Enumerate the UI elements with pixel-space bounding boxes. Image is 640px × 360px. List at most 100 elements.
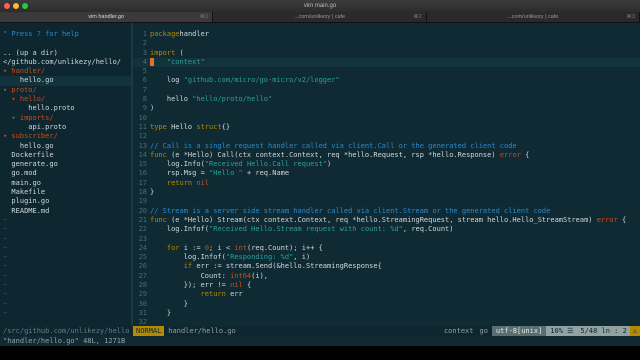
code-line[interactable]: 17 return nil <box>133 179 640 188</box>
code-token: ) <box>150 104 155 113</box>
maximize-window-button[interactable] <box>22 3 28 9</box>
code-token: "context" <box>154 57 205 66</box>
line-number: 21 <box>138 215 147 224</box>
tree-line[interactable]: ~ <box>0 300 131 309</box>
tree-line[interactable]: ▾ handler/ <box>0 67 131 76</box>
code-line[interactable]: 19 <box>133 197 640 206</box>
code-line[interactable]: 13// Call is a single request handler ca… <box>133 142 640 151</box>
code-token: log.Infof( <box>150 253 226 262</box>
tree-line[interactable]: ▾ subscriber/ <box>0 132 131 141</box>
tree-line[interactable]: ▾ proto/ <box>0 86 131 95</box>
tree-line[interactable]: plugin.go <box>0 197 131 206</box>
tree-line[interactable]: ▾ imports/ <box>0 114 131 123</box>
code-token: }); err != <box>150 281 231 290</box>
statusline-filetype: go <box>479 327 488 335</box>
code-line[interactable]: 30 } <box>133 300 640 309</box>
terminal-tab[interactable]: vim handler.go ⌘1 <box>0 12 214 22</box>
code-line[interactable]: 10 <box>133 114 640 123</box>
tree-line[interactable]: Makefile <box>0 188 131 197</box>
tree-line[interactable]: ~ <box>0 244 131 253</box>
code-line[interactable]: 23 <box>133 235 640 244</box>
statusline-position: 5/48 ln : 2 <box>577 326 630 336</box>
code-buffer[interactable]: 1 packagehandler 2 3 import (4 "context" 5 6 l… <box>133 23 640 336</box>
code-token: , req.Count) <box>402 225 454 234</box>
line-number: 19 <box>138 197 147 206</box>
tree-line[interactable]: README.md <box>0 207 131 216</box>
tree-line[interactable]: ~ <box>0 309 131 318</box>
terminal-tab[interactable]: ...com/unlikezy | cafe ⌘2 <box>213 12 427 22</box>
code-token: ; i < <box>209 243 235 252</box>
vim-statusline: /src/github.com/unlikezy/hello NORMAL ha… <box>0 326 640 336</box>
tree-line[interactable]: ~ <box>0 235 131 244</box>
code-line[interactable]: 6 log "github.com/micro/go-micro/v2/logg… <box>133 76 640 85</box>
tree-line[interactable]: Dockerfile <box>0 151 131 160</box>
code-line[interactable]: 18} <box>133 188 640 197</box>
tree-line[interactable]: hello.go <box>0 142 131 151</box>
nerdtree-panel[interactable]: " Press ? for help .. (up a dir) </github.… <box>0 23 131 326</box>
code-token: "Received Hello.Stream request with coun… <box>209 225 403 234</box>
line-number: 10 <box>138 113 147 122</box>
code-line[interactable]: 4 "context" <box>133 57 640 68</box>
code-line[interactable]: 8 hello "hello/proto/hello" <box>133 95 640 104</box>
code-line[interactable]: 7 <box>133 86 640 95</box>
tree-line[interactable]: ~ <box>0 272 131 281</box>
code-line[interactable]: 24 for i := 0; i < int(req.Count); i++ { <box>133 244 640 253</box>
tree-line[interactable] <box>0 39 131 48</box>
close-window-button[interactable] <box>4 3 10 9</box>
line-number: 16 <box>138 169 147 178</box>
code-line[interactable]: 22 log.Infof("Received Hello.Stream requ… <box>133 225 640 234</box>
code-token: } <box>150 308 172 317</box>
vim-command-line[interactable]: "handler/hello.go" 48L, 1271B <box>0 336 640 346</box>
code-line[interactable]: 26 if err := stream.Send(&hello.Streamin… <box>133 262 640 271</box>
code-token: // Stream is a server side stream handle… <box>150 206 551 215</box>
tree-line[interactable]: ~ <box>0 290 131 299</box>
code-line[interactable]: 14 func (e *Hello) Call(ctx context.Conte… <box>133 151 640 160</box>
code-line[interactable]: 20// Stream is a server side stream hand… <box>133 207 640 216</box>
code-token: ( <box>175 48 184 57</box>
line-number: 9 <box>142 104 147 113</box>
line-number: 20 <box>138 206 147 215</box>
tree-line[interactable]: hello.proto <box>0 104 131 113</box>
code-line[interactable]: 15 log.Info("Received Hello.Call request… <box>133 160 640 169</box>
code-line[interactable]: 25 log.Infof("Responding: %d", i) <box>133 253 640 262</box>
code-line[interactable]: 1 packagehandler <box>133 30 640 39</box>
tree-line[interactable]: ▾ hello/ <box>0 95 131 104</box>
code-token: struct <box>196 122 222 131</box>
tree-line[interactable]: </github.com/unlikezy/hello/ <box>0 58 131 67</box>
code-token: err <box>225 290 243 299</box>
code-token: error <box>499 150 521 159</box>
tree-line[interactable]: go.mod <box>0 169 131 178</box>
code-token: func <box>150 150 167 159</box>
code-line[interactable]: 16 rsp.Msg = "Hello " + req.Name <box>133 169 640 178</box>
tree-line[interactable]: ~ <box>0 281 131 290</box>
tree-line[interactable]: api.proto <box>0 123 131 132</box>
tree-line[interactable]: hello.go <box>0 76 131 86</box>
minimize-window-button[interactable] <box>13 3 19 9</box>
code-token: } <box>150 299 188 308</box>
line-number: 1 <box>142 30 147 38</box>
code-token: hello <box>150 95 193 104</box>
code-line[interactable]: 11 type Hello struct{} <box>133 123 640 132</box>
code-line[interactable]: 29 return err <box>133 290 640 299</box>
code-token: handler <box>179 30 210 38</box>
code-line[interactable]: 9) <box>133 104 640 113</box>
tree-line[interactable]: ~ <box>0 216 131 225</box>
code-line[interactable]: 5 <box>133 67 640 76</box>
code-line[interactable]: 31 } <box>133 309 640 318</box>
code-line[interactable]: 27 Count: int64(i), <box>133 272 640 281</box>
code-line[interactable]: 21 func (e *Hello) Stream(ctx context.Con… <box>133 216 640 225</box>
code-line[interactable]: 2 <box>133 39 640 48</box>
tree-line[interactable]: main.go <box>0 179 131 188</box>
code-line[interactable]: 3 import ( <box>133 49 640 58</box>
code-line[interactable]: 12 <box>133 132 640 141</box>
code-token: {} <box>221 122 231 131</box>
terminal-tab[interactable]: ...com/unlikezy | cafe ⌘3 <box>426 12 640 22</box>
code-line[interactable]: 28 }); err != nil { <box>133 281 640 290</box>
tree-line[interactable]: " Press ? for help <box>0 30 131 39</box>
tree-line[interactable]: generate.go <box>0 160 131 169</box>
tree-line[interactable]: ~ <box>0 262 131 271</box>
terminal-tab-shortcut: ⌘1 <box>199 14 209 20</box>
tree-line[interactable]: .. (up a dir) <box>0 49 131 58</box>
tree-line[interactable]: ~ <box>0 225 131 234</box>
tree-line[interactable]: ~ <box>0 253 131 262</box>
